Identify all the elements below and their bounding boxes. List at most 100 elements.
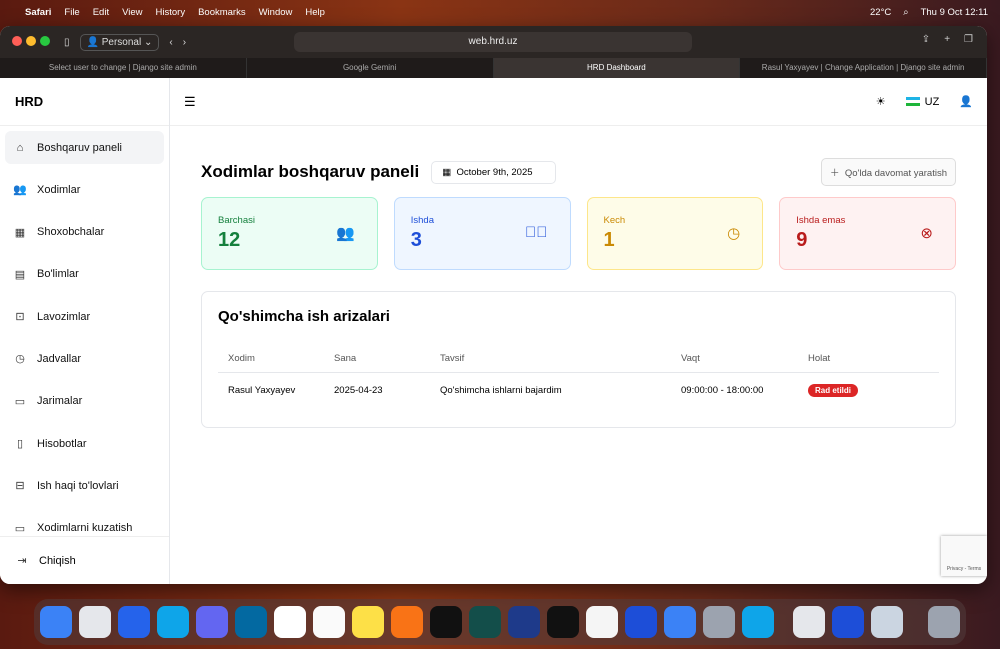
sidebar: HRD ⌂ Boshqaruv paneli 👥 Xodimlar ▦ Shoxobc… (0, 78, 170, 584)
logout-button[interactable]: ⇥ Chiqish (0, 536, 169, 584)
stat-value: 9 (796, 229, 808, 251)
sidebar-toggle-icon[interactable]: ▯ (64, 37, 70, 48)
sidebar-item-schedules[interactable]: ◷ Jadvallar (5, 342, 164, 375)
column-header: Sana (324, 345, 430, 373)
date-picker[interactable]: ▦ October 9th, 2025 (431, 160, 556, 184)
sidebar-item-payroll[interactable]: ⊟ Ish haqi to'lovlari (5, 469, 164, 502)
sidebar-nav: ⌂ Boshqaruv paneli 👥 Xodimlar ▦ Shoxobchala… (0, 126, 169, 559)
macos-dock (34, 599, 966, 645)
notion-icon[interactable] (313, 606, 345, 638)
xcode-icon[interactable] (664, 606, 696, 638)
app-icon[interactable] (469, 606, 501, 638)
menu-window[interactable]: Window (259, 7, 293, 18)
clock-icon: ◷ (727, 225, 741, 242)
share-icon[interactable]: ⇪ (922, 34, 930, 45)
main-content: ☰ ☀ UZ 👤 Xodimlar boshqaruv paneli ▦ Oct… (170, 78, 987, 584)
column-header: Tavsif (430, 345, 671, 373)
vscode-icon[interactable] (832, 606, 864, 638)
menu-view[interactable]: View (122, 7, 142, 18)
money-icon: ⊟ (15, 480, 25, 493)
employee-cell: Rasul Yaxyayev (228, 385, 296, 396)
tab-django-users[interactable]: Select user to change | Django site admi… (0, 58, 247, 78)
sidebar-item-employees[interactable]: 👥 Xodimlar (5, 173, 164, 206)
safari-icon[interactable] (118, 606, 150, 638)
logo: HRD (0, 78, 169, 126)
preview-icon[interactable] (871, 606, 903, 638)
language-selector[interactable]: UZ (905, 96, 939, 108)
sidebar-item-label: Xodimlarni kuzatish (37, 522, 133, 535)
telegram-icon[interactable] (157, 606, 189, 638)
sidebar-item-dashboard[interactable]: ⌂ Boshqaruv paneli (5, 131, 164, 164)
finder-icon[interactable] (40, 606, 72, 638)
sidebar-item-departments[interactable]: ▤ Bo'limlar (5, 258, 164, 291)
sidebar-item-label: Xodimlar (37, 183, 81, 196)
search-icon[interactable]: ⌕ (903, 7, 908, 18)
menu-edit[interactable]: Edit (93, 7, 109, 18)
trash-icon[interactable] (928, 606, 960, 638)
settings-icon[interactable] (703, 606, 735, 638)
tabs-overview-icon[interactable]: ❐ (964, 34, 973, 45)
table-row[interactable]: Rasul Yaxyayev 2025-04-23 Qo'shimcha ish… (218, 373, 939, 409)
vscode-icon[interactable] (625, 606, 657, 638)
panel-title: Qo'shimcha ish arizalari (218, 308, 390, 325)
theme-toggle-icon[interactable]: ☀ (876, 95, 886, 108)
sidebar-item-branches[interactable]: ▦ Shoxobchalar (5, 216, 164, 249)
users-icon: 👥 (336, 225, 355, 242)
new-tab-icon[interactable]: + (944, 34, 950, 45)
swift-icon[interactable] (391, 606, 423, 638)
window-controls[interactable] (12, 35, 54, 49)
browser-toolbar: ▯ 👤 Personal ⌄ ‹ › web.hrd.uz ⇪ + ❐ (0, 26, 987, 58)
briefcase-icon: ⊡ (15, 311, 25, 324)
tab-django-application[interactable]: Rasul Yaxyayev | Change Application | Dj… (740, 58, 987, 78)
user-icon[interactable]: 👤 (959, 95, 973, 108)
menu-icon[interactable]: ☰ (184, 94, 196, 110)
app-icon[interactable] (508, 606, 540, 638)
profile-button[interactable]: 👤 Personal ⌄ (79, 33, 160, 51)
back-button[interactable]: ‹ (169, 37, 172, 48)
uzbekistan-flag-icon (905, 97, 920, 107)
menu-bookmarks[interactable]: Bookmarks (198, 7, 246, 18)
sidebar-item-positions[interactable]: ⊡ Lavozimlar (5, 300, 164, 333)
check-circle-icon: ✓⃝ (525, 224, 548, 241)
sidebar-item-reports[interactable]: ▯ Hisobotlar (5, 427, 164, 460)
recaptcha-badge[interactable]: Privacy - Terms (941, 536, 987, 576)
address-bar[interactable]: web.hrd.uz (294, 32, 692, 52)
notes-icon[interactable] (352, 606, 384, 638)
forward-button[interactable]: › (183, 37, 186, 48)
safari-window: ▯ 👤 Personal ⌄ ‹ › web.hrd.uz ⇪ + ❐ Select… (0, 26, 987, 584)
column-header: Xodim (218, 345, 324, 373)
menu-file[interactable]: File (64, 7, 79, 18)
outlook-icon[interactable] (235, 606, 267, 638)
date-cell: 2025-04-23 (334, 385, 383, 396)
create-attendance-label: Qo'lda davomat yaratish (844, 168, 947, 179)
terminal-icon[interactable] (547, 606, 579, 638)
users-icon: 👥 (13, 184, 27, 197)
stat-card-late: Kech 1 ◷ (586, 197, 764, 270)
calendar-icon[interactable] (274, 606, 306, 638)
column-header: Holat (798, 345, 939, 373)
clock-status[interactable]: Thu 9 Oct 12:11 (921, 7, 988, 18)
menu-history[interactable]: History (156, 7, 186, 18)
weather-status[interactable]: 22°C (870, 7, 891, 18)
teams-icon[interactable] (196, 606, 228, 638)
stat-card-at-work: Ishda 3 ✓⃝ (393, 197, 571, 270)
document-icon[interactable] (793, 606, 825, 638)
app-icon[interactable] (430, 606, 462, 638)
macos-menubar: Safari File Edit View History Bookmarks … (0, 0, 1000, 24)
tab-gemini[interactable]: Google Gemini (247, 58, 494, 78)
sidebar-item-label: Boshqaruv paneli (37, 141, 123, 154)
menu-app-name[interactable]: Safari (25, 7, 51, 18)
time-cell: 09:00:00 - 18:00:00 (681, 385, 764, 396)
chrome-icon[interactable] (79, 606, 111, 638)
chatgpt-icon[interactable] (586, 606, 618, 638)
office-icon: ▤ (14, 268, 26, 281)
profile-label: Personal (101, 36, 142, 48)
stat-label: Kech (603, 215, 626, 226)
app-store-icon[interactable] (742, 606, 774, 638)
logout-label: Chiqish (39, 554, 76, 567)
tab-hrd-dashboard[interactable]: HRD Dashboard (493, 58, 741, 78)
page-title: Xodimlar boshqaruv paneli (201, 162, 420, 181)
menu-help[interactable]: Help (305, 7, 325, 18)
create-attendance-button[interactable]: ＋ Qo'lda davomat yaratish (821, 158, 956, 186)
sidebar-item-fines[interactable]: ▭ Jarimalar (5, 385, 164, 418)
